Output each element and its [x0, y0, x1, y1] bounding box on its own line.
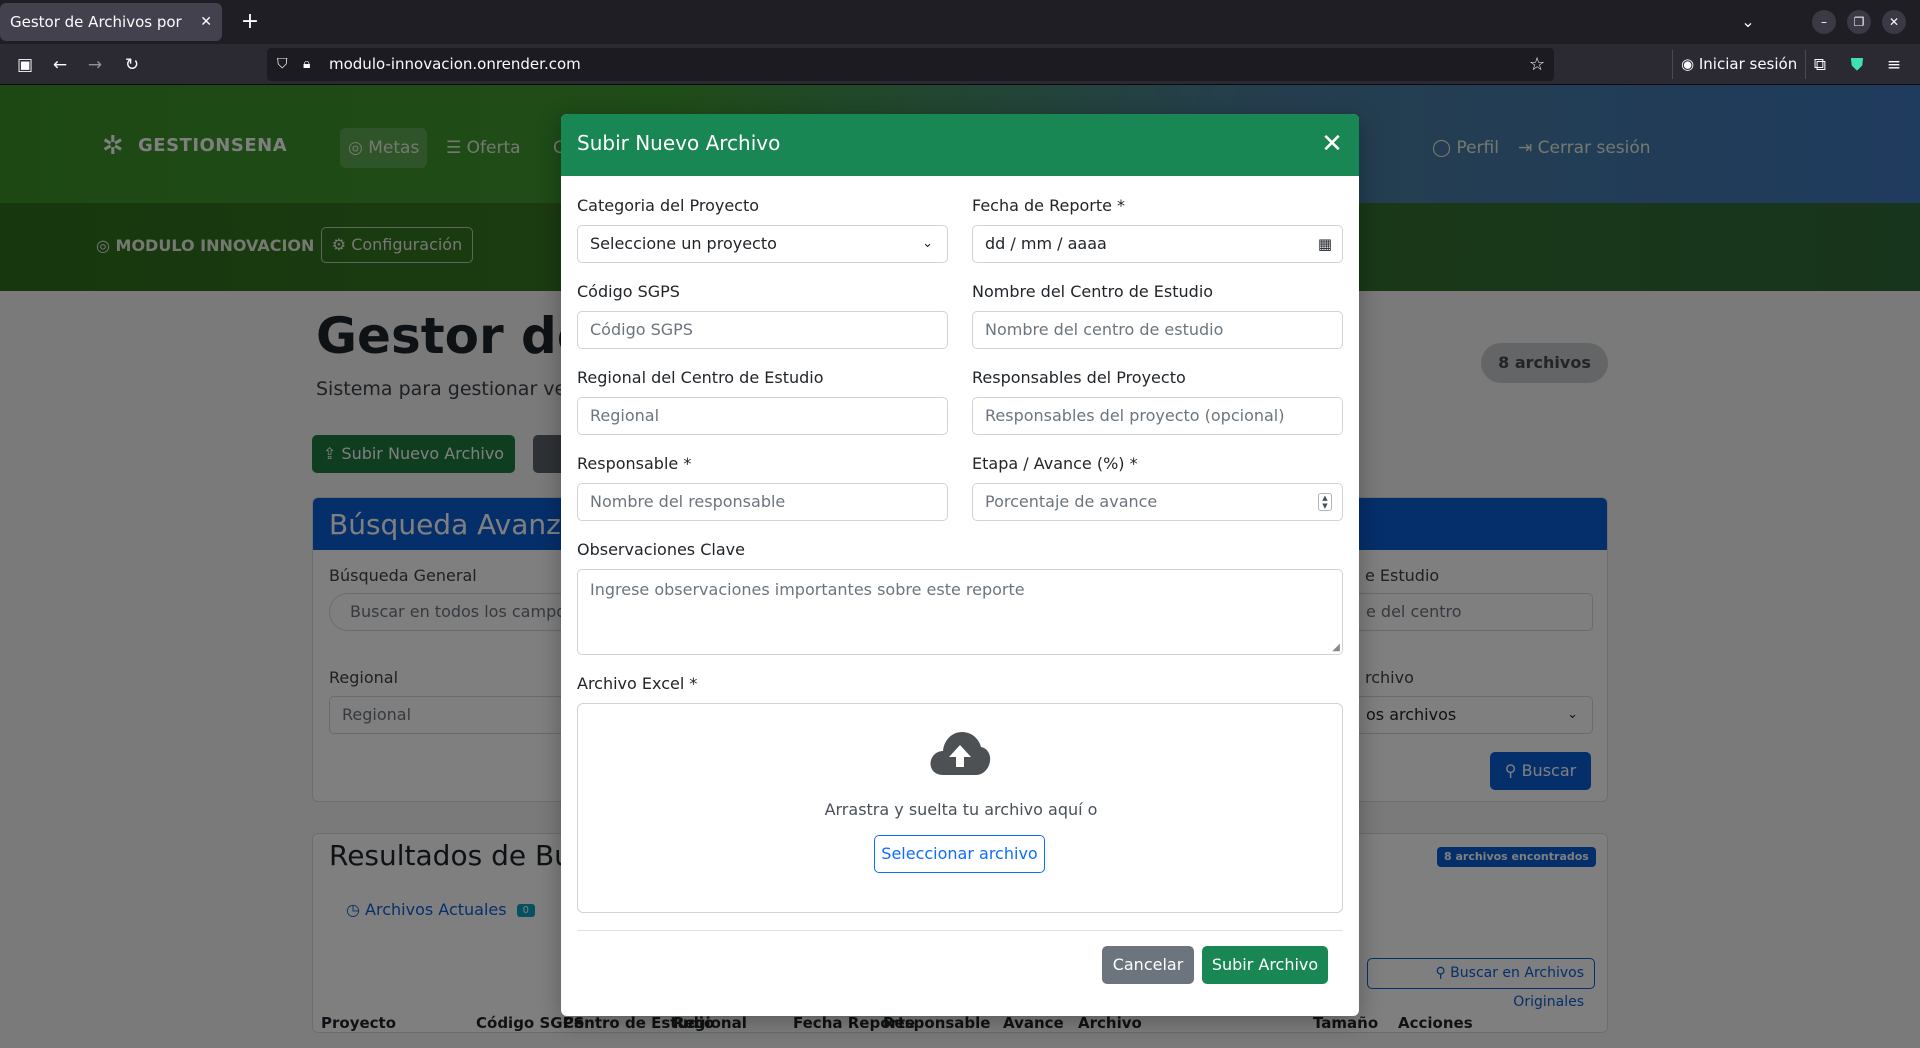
lock-icon[interactable]: 🔒︎ — [303, 48, 310, 81]
upload-modal: Subir Nuevo Archivo ✕ Categoria del Proy… — [561, 114, 1359, 1016]
modal-title: Subir Nuevo Archivo — [577, 131, 781, 155]
regional-center-label: Regional del Centro de Estudio — [577, 368, 824, 387]
report-date-label: Fecha de Reporte * — [972, 196, 1126, 215]
progress-input[interactable]: Porcentaje de avance ▲ ▼ — [972, 483, 1343, 521]
regional-center-input[interactable]: Regional — [577, 397, 948, 435]
category-select[interactable]: Seleccione un proyecto ⌄ — [577, 225, 948, 263]
reload-icon[interactable]: ↻ — [119, 52, 145, 78]
center-name-label: Nombre del Centro de Estudio — [972, 282, 1214, 301]
browser-tab-title: Gestor de Archivos por Proye — [10, 13, 186, 31]
minimize-icon[interactable]: – — [1812, 10, 1836, 34]
modal-footer-divider — [577, 930, 1343, 931]
center-name-input[interactable]: Nombre del centro de estudio — [972, 311, 1343, 349]
close-tab-icon[interactable]: ✕ — [200, 3, 212, 41]
bookmark-star-icon[interactable]: ☆ — [1529, 48, 1545, 81]
new-tab-icon[interactable]: + — [236, 8, 264, 36]
progress-placeholder: Porcentaje de avance — [985, 492, 1158, 511]
account-icon: ◉ — [1681, 55, 1699, 73]
menu-icon[interactable]: ≡ — [1881, 52, 1907, 78]
observations-placeholder: Ingrese observaciones importantes sobre … — [590, 580, 1025, 599]
browser-tab-bar: Gestor de Archivos por Proye ✕ + ⌄ – ❐ ✕ — [0, 0, 1920, 44]
submit-file-button[interactable]: Subir Archivo — [1202, 946, 1328, 984]
chevron-down-icon[interactable]: ⌄ — [1734, 8, 1762, 36]
forward-icon[interactable]: → — [82, 52, 108, 78]
cloud-upload-icon — [930, 732, 991, 775]
restore-icon[interactable]: ❐ — [1847, 10, 1871, 34]
modal-header: Subir Nuevo Archivo ✕ — [561, 114, 1359, 176]
back-icon[interactable]: ← — [47, 52, 73, 78]
number-spinner-icon[interactable]: ▲ ▼ — [1318, 493, 1332, 511]
shield-icon[interactable]: ⛉ — [277, 48, 288, 81]
project-leads-label: Responsables del Proyecto — [972, 368, 1186, 387]
url-bar[interactable]: ⛉ 🔒︎ modulo-innovacion.onrender.com ☆ — [267, 48, 1554, 81]
category-value: Seleccione un proyecto — [590, 234, 777, 253]
calendar-icon[interactable]: ▦ — [1318, 226, 1332, 262]
url-text[interactable]: modulo-innovacion.onrender.com — [329, 48, 581, 81]
vpn-shield-icon[interactable]: ⛊ — [1844, 52, 1870, 78]
dropzone-text: Arrastra y suelta tu archivo aquí o — [824, 800, 1098, 819]
excel-file-label: Archivo Excel * — [577, 674, 698, 693]
extensions-icon[interactable]: ⧉ — [1807, 52, 1833, 78]
responsible-label: Responsable * — [577, 454, 692, 473]
browser-tab[interactable]: Gestor de Archivos por Proye ✕ — [0, 3, 222, 41]
signin-label: Iniciar sesión — [1698, 55, 1798, 73]
cancel-button[interactable]: Cancelar — [1102, 946, 1194, 984]
signin-button[interactable]: ◉ Iniciar sesión — [1672, 50, 1807, 79]
chevron-down-icon: ⌄ — [922, 236, 933, 251]
report-date-value: dd / mm / aaaa — [985, 234, 1107, 253]
observations-label: Observaciones Clave — [577, 540, 745, 559]
close-icon[interactable]: ✕ — [1317, 129, 1347, 159]
resize-handle-icon[interactable]: ◢ — [1332, 642, 1340, 653]
project-leads-input[interactable]: Responsables del proyecto (opcional) — [972, 397, 1343, 435]
responsible-input[interactable]: Nombre del responsable — [577, 483, 948, 521]
sidebar-icon[interactable]: ▣ — [12, 52, 38, 78]
sgps-code-input[interactable]: Código SGPS — [577, 311, 948, 349]
progress-label: Etapa / Avance (%) * — [972, 454, 1138, 473]
file-dropzone[interactable]: Arrastra y suelta tu archivo aquí o Sele… — [577, 703, 1343, 913]
observations-textarea[interactable]: Ingrese observaciones importantes sobre … — [577, 569, 1343, 655]
browser-nav-bar: ▣ ← → ↻ ⛉ 🔒︎ modulo-innovacion.onrender.… — [0, 44, 1920, 85]
close-window-icon[interactable]: ✕ — [1882, 10, 1906, 34]
category-label: Categoria del Proyecto — [577, 196, 760, 215]
select-file-button[interactable]: Seleccionar archivo — [874, 835, 1045, 873]
report-date-input[interactable]: dd / mm / aaaa ▦ — [972, 225, 1343, 263]
sgps-code-label: Código SGPS — [577, 282, 680, 301]
